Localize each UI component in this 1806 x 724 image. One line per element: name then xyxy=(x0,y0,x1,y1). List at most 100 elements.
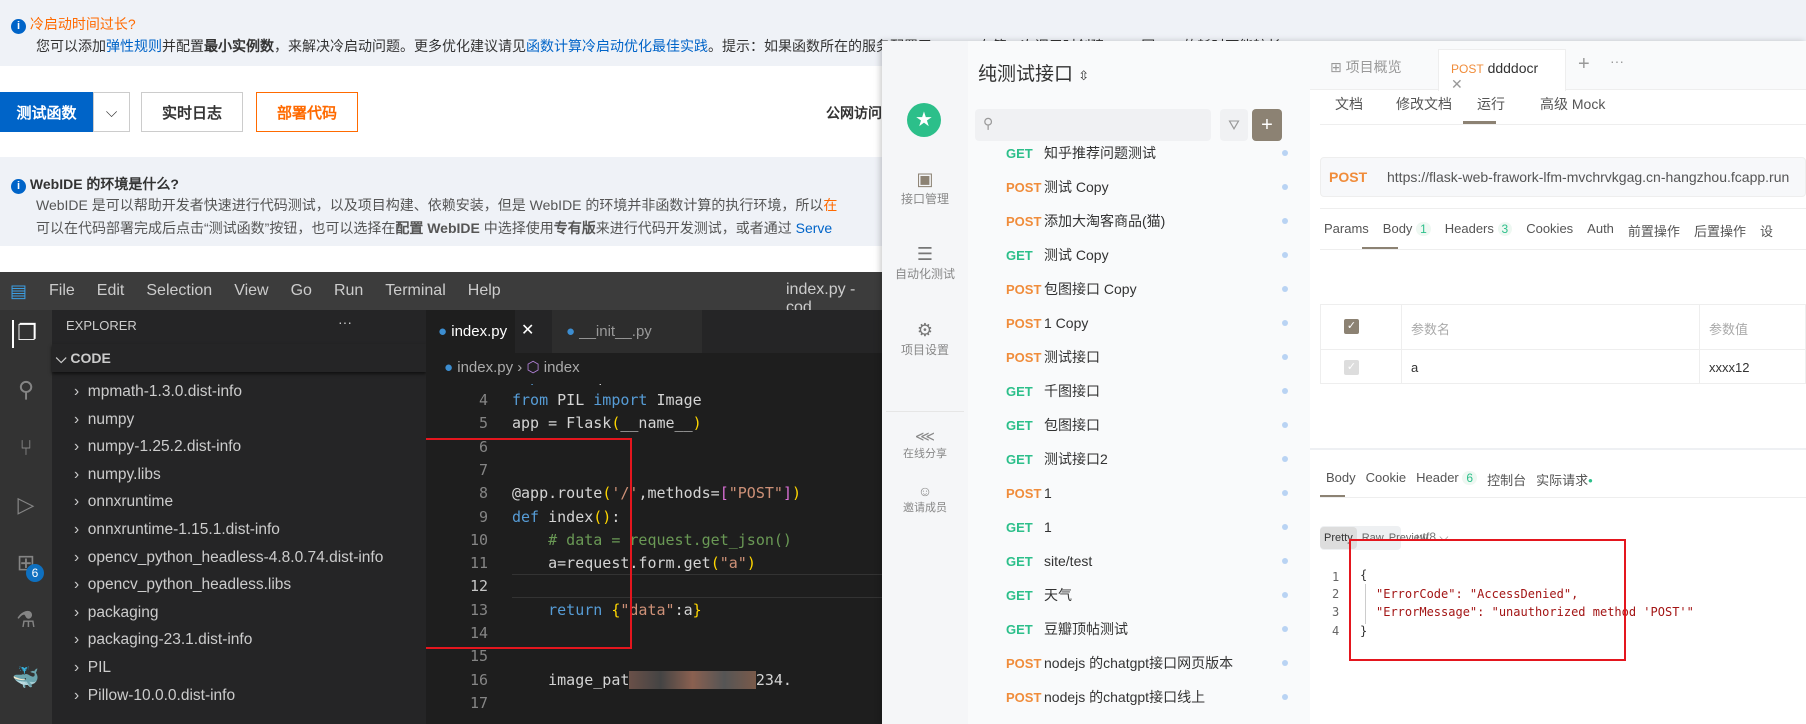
tree-item[interactable]: › packaging xyxy=(52,599,383,627)
api-list-item[interactable]: GET site/test xyxy=(968,546,1310,576)
chevron-down-icon[interactable]: ⌵ xyxy=(93,92,130,132)
api-list-item[interactable]: POST nodejs 的chatgpt接口网页版本 xyxy=(968,648,1310,678)
api-list-item[interactable]: POST 添加大淘客商品(猫) xyxy=(968,206,1310,236)
tab-后置操作[interactable]: 后置操作 xyxy=(1694,221,1746,240)
param-value[interactable]: xxxx12 xyxy=(1709,360,1749,375)
url-bar[interactable]: POST https://flask-web-frawork-lfm-mvchr… xyxy=(1320,157,1806,197)
tab-body[interactable]: Body xyxy=(1326,470,1356,489)
tab-headers[interactable]: Headers 3 xyxy=(1445,221,1513,240)
tree-item[interactable]: › onnxruntime-1.15.1.dist-info xyxy=(52,516,383,544)
tree-item[interactable]: › numpy-1.25.2.dist-info xyxy=(52,433,383,461)
run-debug-icon[interactable]: ▷ xyxy=(12,492,40,520)
docker-icon[interactable]: 🐳 xyxy=(12,665,40,693)
api-list-item[interactable]: POST nodejs 的chatgpt接口线上 xyxy=(968,682,1310,712)
more-actions-icon[interactable]: ··· xyxy=(338,314,352,330)
menu-file[interactable]: File xyxy=(49,282,75,300)
tree-item[interactable]: › numpy xyxy=(52,406,383,434)
param-name[interactable]: a xyxy=(1411,360,1418,375)
source-control-icon[interactable]: ⑂ xyxy=(12,435,40,463)
tree-label: PIL xyxy=(87,658,112,676)
tab-控制台[interactable]: 控制台 xyxy=(1487,470,1526,489)
tab-前置操作[interactable]: 前置操作 xyxy=(1628,221,1680,240)
tab-params[interactable]: Params xyxy=(1324,221,1369,240)
tab-设[interactable]: 设 xyxy=(1760,221,1773,240)
tab-auth[interactable]: Auth xyxy=(1587,221,1614,240)
subtab-edit-docs[interactable]: 修改文档 xyxy=(1396,94,1452,114)
tree-item[interactable]: › packaging-23.1.dist-info xyxy=(52,626,383,654)
best-practice-link[interactable]: 函数计算冷启动优化最佳实践 xyxy=(526,38,708,54)
api-list-item[interactable]: GET 包图接口 xyxy=(968,410,1310,440)
more-icon[interactable]: ··· xyxy=(1610,53,1624,69)
tree-item[interactable]: › onnxruntime xyxy=(52,488,383,516)
api-list-item[interactable]: POST 1 xyxy=(968,478,1310,508)
extensions-icon[interactable]: ⊞ 6 xyxy=(12,550,44,582)
api-list-item[interactable]: GET 测试接口2 xyxy=(968,444,1310,474)
select-all-checkbox[interactable]: ✓ xyxy=(1344,319,1359,334)
menu-view[interactable]: View xyxy=(234,282,268,300)
subtab-docs[interactable]: 文档 xyxy=(1335,94,1363,114)
project-selector[interactable]: 纯测试接口 ⇳ xyxy=(978,59,1089,86)
api-list-item[interactable]: GET 1 xyxy=(968,512,1310,542)
tree-item[interactable]: › numpy.libs xyxy=(52,461,383,489)
tab-request-ddddocr[interactable]: POST ddddocr ✕ xyxy=(1438,49,1566,92)
tab-index-py[interactable]: ● index.py xyxy=(426,310,515,353)
method-select[interactable]: POST xyxy=(1329,169,1387,185)
search-icon[interactable]: ⚲ xyxy=(12,377,40,405)
menu-selection[interactable]: Selection xyxy=(146,282,212,300)
nav-api-management[interactable]: ▣ 接口管理 xyxy=(882,169,968,207)
tab-project-overview[interactable]: ⊞ 项目概览 xyxy=(1330,57,1402,77)
serverless-link[interactable]: Serve xyxy=(796,220,833,236)
tree-item[interactable]: › Pillow-10.0.0.dist-info xyxy=(52,682,383,710)
breadcrumb-symbol[interactable]: index xyxy=(544,359,580,376)
tab-header[interactable]: Header 6 xyxy=(1416,470,1478,489)
deploy-code-button[interactable]: 部署代码 xyxy=(256,92,358,132)
tree-label: packaging-23.1.dist-info xyxy=(87,631,253,649)
folder-code[interactable]: ⌵ CODE xyxy=(52,344,426,372)
tab-cookie[interactable]: Cookie xyxy=(1366,470,1406,489)
elastic-rules-link[interactable]: 弹性规则 xyxy=(106,38,162,54)
nav-share[interactable]: ⋘ 在线分享 xyxy=(882,428,968,461)
tab-init-py[interactable]: ● __init__.py xyxy=(552,310,702,353)
tree-item[interactable]: › opencv_python_headless-4.8.0.74.dist-i… xyxy=(52,544,383,572)
menu-help[interactable]: Help xyxy=(468,282,501,300)
close-icon[interactable]: ✕ xyxy=(1451,76,1463,92)
tab-body[interactable]: Body 1 xyxy=(1383,221,1431,240)
tree-item[interactable]: › PIL xyxy=(52,654,383,682)
share-icon: ⋘ xyxy=(915,428,935,444)
search-input[interactable]: ⚲ xyxy=(975,109,1211,141)
menu-go[interactable]: Go xyxy=(291,282,312,300)
api-list-item[interactable]: GET 豆瓣顶帖测试 xyxy=(968,614,1310,644)
menu-edit[interactable]: Edit xyxy=(97,282,125,300)
nav-project-settings[interactable]: ⚙ 项目设置 xyxy=(882,320,968,358)
explorer-icon[interactable]: ❐ xyxy=(12,320,40,348)
close-tab-icon[interactable]: ✕ xyxy=(521,320,534,340)
menu-terminal[interactable]: Terminal xyxy=(385,282,445,300)
tab-cookies[interactable]: Cookies xyxy=(1526,221,1573,240)
code-area[interactable]: 3import requests 4from PIL import Image … xyxy=(426,384,882,724)
api-list-item[interactable]: GET 测试 Copy xyxy=(968,240,1310,270)
api-list-item[interactable]: POST 测试 Copy xyxy=(968,172,1310,202)
api-list-item[interactable]: POST 包图接口 Copy xyxy=(968,274,1310,304)
breadcrumb-file[interactable]: index.py xyxy=(457,359,513,376)
add-button[interactable]: + xyxy=(1252,109,1282,141)
row-checkbox[interactable]: ✓ xyxy=(1344,360,1359,375)
realtime-logs-button[interactable]: 实时日志 xyxy=(141,92,243,132)
api-list-item[interactable]: GET 天气 xyxy=(968,580,1310,610)
subtab-advanced-mock[interactable]: 高级 Mock xyxy=(1540,94,1605,114)
tree-item[interactable]: › opencv_python_headless.libs xyxy=(52,571,383,599)
subtab-run[interactable]: 运行 xyxy=(1477,94,1505,114)
filter-icon[interactable]: ⛛ xyxy=(1220,109,1248,141)
nav-invite[interactable]: ☺ 邀请成员 xyxy=(882,483,968,515)
api-list-item[interactable]: GET 知乎推荐问题测试 xyxy=(968,143,1310,168)
testing-icon[interactable]: ⚗ xyxy=(12,607,40,635)
test-function-button[interactable]: 测试函数 xyxy=(0,92,93,132)
tree-item[interactable]: › mpmath-1.3.0.dist-info xyxy=(52,378,383,406)
menu-run[interactable]: Run xyxy=(334,282,363,300)
url-input[interactable]: https://flask-web-frawork-lfm-mvchrvkgag… xyxy=(1387,169,1789,185)
api-list-item[interactable]: GET 千图接口 xyxy=(968,376,1310,406)
nav-automated-testing[interactable]: ☰ 自动化测试 xyxy=(882,244,968,282)
new-tab-icon[interactable]: + xyxy=(1578,53,1590,76)
api-list-item[interactable]: POST 测试接口 xyxy=(968,342,1310,372)
api-list-item[interactable]: POST 1 Copy xyxy=(968,308,1310,338)
tab-实际请求[interactable]: 实际请求• xyxy=(1536,470,1593,489)
